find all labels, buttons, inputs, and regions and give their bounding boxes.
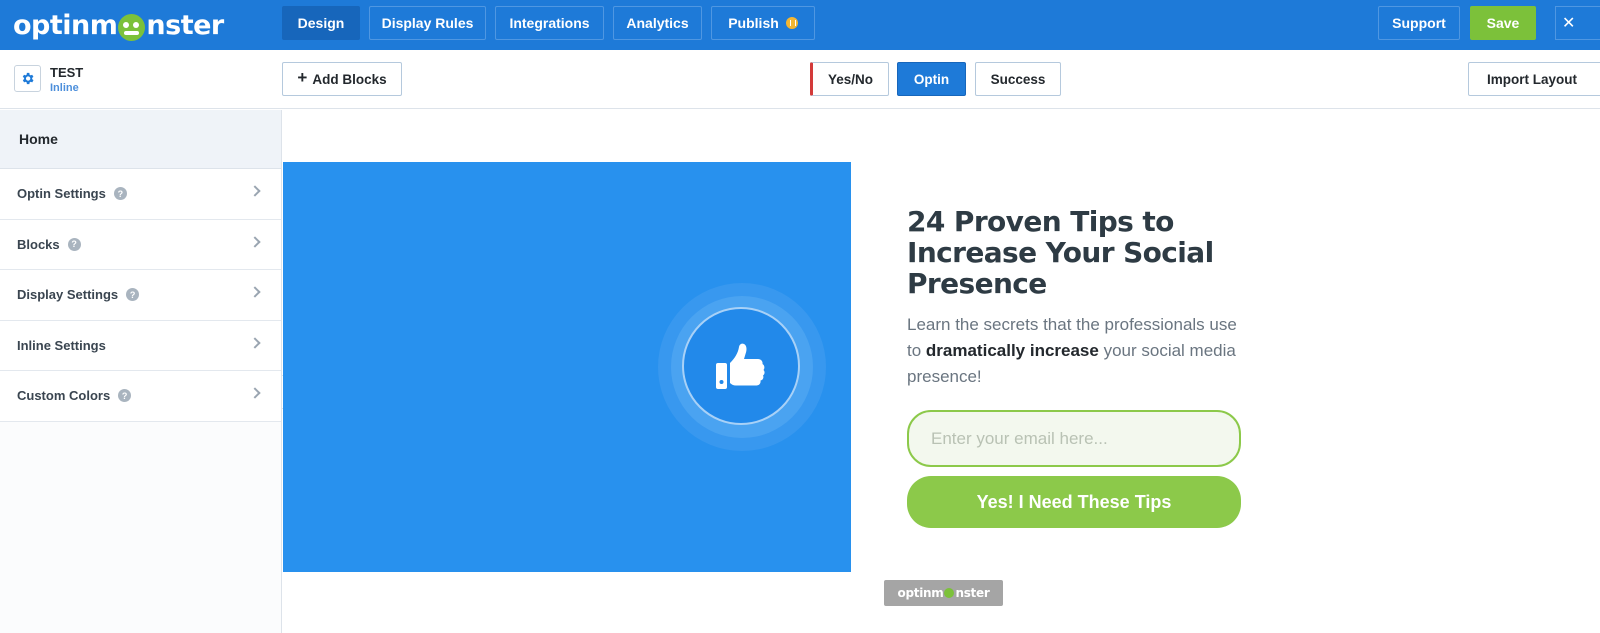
tab-publish-label: Publish (728, 15, 779, 31)
tab-design-label: Design (297, 15, 345, 31)
sidebar-item-label: Blocks (17, 236, 60, 252)
sidebar-item-display-settings[interactable]: Display Settings ? (0, 270, 281, 321)
close-icon: ✕ (1562, 15, 1576, 32)
view-optin-button[interactable]: Optin (897, 62, 966, 96)
monster-icon (944, 588, 955, 598)
help-icon[interactable]: ? (118, 389, 132, 403)
tab-analytics-label: Analytics (626, 15, 689, 31)
tab-publish[interactable]: Publish (711, 6, 815, 40)
tab-display-rules-label: Display Rules (381, 15, 474, 31)
chevron-right-icon (249, 336, 261, 349)
save-button[interactable]: Save (1470, 6, 1536, 40)
view-success-button[interactable]: Success (975, 62, 1061, 96)
add-blocks-button[interactable]: + Add Blocks (282, 62, 402, 96)
chevron-right-icon (249, 387, 261, 399)
tab-integrations-label: Integrations (509, 15, 590, 31)
gear-icon (22, 72, 34, 85)
pause-status-icon (785, 17, 798, 29)
optin-headline[interactable]: 24 Proven Tips to Increase Your Social P… (907, 206, 1237, 299)
chevron-right-icon (249, 286, 261, 298)
sidebar-item-label: Inline Settings (17, 337, 106, 353)
help-icon[interactable]: ? (67, 237, 81, 251)
badge-text-start: optinm (897, 586, 944, 600)
help-icon[interactable]: ? (126, 288, 140, 302)
thumbs-up-icon (716, 343, 765, 389)
tab-analytics[interactable]: Analytics (613, 6, 702, 40)
optin-subtext[interactable]: Learn the secrets that the professionals… (907, 312, 1247, 390)
email-input[interactable] (907, 410, 1241, 467)
optinmonster-logo[interactable]: optinm nster (13, 7, 224, 43)
sidebar-home[interactable]: Home (0, 110, 281, 169)
logo-text-end: nster (146, 9, 224, 41)
sidebar-item-label: Display Settings (17, 287, 119, 303)
add-blocks-label: Add Blocks (312, 71, 387, 87)
powered-by-badge[interactable]: optinm nster (884, 580, 1003, 606)
view-yes-no-button[interactable]: Yes/No (810, 62, 889, 96)
plus-icon: + (297, 68, 308, 87)
chevron-right-icon (249, 235, 261, 248)
close-button[interactable]: ✕ (1555, 6, 1600, 40)
help-icon[interactable]: ? (113, 187, 127, 201)
tab-integrations[interactable]: Integrations (495, 6, 604, 40)
sidebar-item-optin-settings[interactable]: Optin Settings ? (0, 169, 281, 220)
tab-display-rules[interactable]: Display Rules (369, 6, 486, 40)
view-success-label: Success (990, 71, 1046, 87)
support-label: Support (1392, 15, 1446, 31)
chevron-right-icon (249, 185, 261, 197)
logo-text-start: optinm (13, 9, 118, 41)
sidebar-home-label: Home (19, 131, 58, 147)
subtext-bold: dramatically increase (925, 341, 1099, 360)
support-button[interactable]: Support (1378, 6, 1460, 40)
badge-text-end: nster (955, 586, 990, 600)
monster-icon (118, 13, 146, 41)
sidebar-item-custom-colors[interactable]: Custom Colors ? (0, 371, 281, 422)
settings-sidebar: Home Optin Settings ? Blocks ? Display S… (0, 110, 282, 633)
view-yes-no-label: Yes/No (827, 71, 874, 87)
submit-button[interactable]: Yes! I Need These Tips (907, 476, 1241, 528)
campaign-settings-button[interactable] (14, 65, 41, 92)
thumb-ring-inner (682, 307, 800, 425)
sidebar-item-label: Optin Settings (17, 186, 106, 202)
import-layout-label: Import Layout (1487, 71, 1577, 87)
view-optin-label: Optin (913, 71, 950, 87)
campaign-name: TEST (50, 65, 84, 80)
tab-design[interactable]: Design (282, 6, 360, 40)
import-layout-button[interactable]: Import Layout (1468, 62, 1600, 96)
sidebar-item-label: Custom Colors (17, 388, 111, 404)
top-navigation-bar: optinm nster Design Display Rules Integra… (0, 0, 1600, 50)
save-label: Save (1486, 15, 1520, 31)
submit-label: Yes! I Need These Tips (976, 491, 1172, 512)
editor-toolbar: TEST Inline + Add Blocks Yes/No Optin Su… (0, 50, 1600, 109)
campaign-type: Inline (50, 82, 79, 94)
sidebar-item-inline-settings[interactable]: Inline Settings (0, 320, 281, 371)
sidebar-item-blocks[interactable]: Blocks ? (0, 219, 281, 270)
